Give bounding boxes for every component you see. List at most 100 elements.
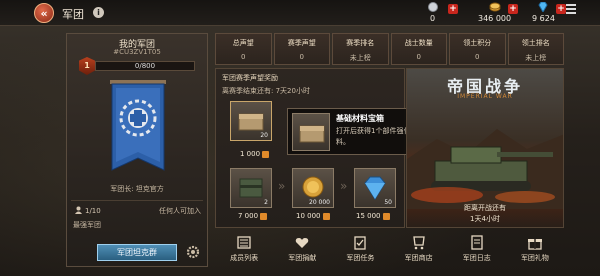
stat-label: 战士数量 xyxy=(404,39,433,47)
gift-icon xyxy=(527,239,542,250)
corps-xp-bar: 0/800 xyxy=(95,61,195,71)
tank-illustration xyxy=(407,129,563,209)
shop-icon xyxy=(412,236,425,250)
arrow-icon: » xyxy=(340,179,348,193)
reward-count: 2 xyxy=(264,199,268,206)
donate-icon xyxy=(296,238,309,248)
menu-icon[interactable] xyxy=(566,4,576,16)
reward-price-text: 10 000 xyxy=(296,212,321,220)
reward-slot-chest[interactable]: 20 xyxy=(230,101,272,141)
reward-count: 20 000 xyxy=(309,199,330,206)
silver-coin-icon xyxy=(426,2,439,12)
rewards-title: 军团赛季声望奖励 xyxy=(222,74,278,82)
top-bar: « 军团 i 0 + 346 000 + 9 624 + xyxy=(0,0,600,26)
nav-label: 军团任务 xyxy=(346,254,375,262)
page-title: 军团 xyxy=(62,8,84,21)
diamond-value: 9 624 xyxy=(532,14,555,23)
reward-slot-diamonds[interactable]: 50 xyxy=(354,168,396,208)
diamond-resource: 9 624 xyxy=(532,2,555,23)
stat-label: 总声望 xyxy=(232,39,254,47)
divider xyxy=(71,200,203,201)
nav-members[interactable]: 成员列表 xyxy=(215,232,273,266)
reward-price: 7 000 xyxy=(238,212,268,220)
reward-price: 10 000 xyxy=(296,212,330,220)
members-count: 1/10 xyxy=(75,206,101,216)
corps-stats-row: 总声望 0 赛季声望 0 赛季排名 未上榜 战士数量 0 领土积分 0 领土排名… xyxy=(215,33,564,65)
reward-price: 1 000 xyxy=(240,150,270,158)
stat-label: 领土排名 xyxy=(521,39,550,47)
gold-resource: 346 000 xyxy=(478,2,511,23)
stat-value: 0 xyxy=(475,53,480,61)
add-silver-button[interactable]: + xyxy=(448,4,458,14)
add-gold-button[interactable]: + xyxy=(508,4,518,14)
nav-label: 军团礼物 xyxy=(520,254,549,262)
nav-log[interactable]: 军团日志 xyxy=(448,232,506,266)
silver-value: 0 xyxy=(429,14,436,23)
stat-value: 未上榜 xyxy=(525,54,547,62)
nav-label: 军团商店 xyxy=(404,254,433,262)
silver-resource: 0 xyxy=(426,2,439,23)
event-countdown: 1天4小时 xyxy=(470,215,500,223)
corps-xp-text: 0/800 xyxy=(134,62,156,70)
corps-slogan: 最强军团 xyxy=(73,221,101,229)
nav-label: 成员列表 xyxy=(230,254,259,262)
person-icon xyxy=(75,206,82,216)
back-button[interactable]: « xyxy=(34,3,54,23)
stat-label: 赛季排名 xyxy=(346,39,375,47)
members-count-text: 1/10 xyxy=(85,207,101,215)
nav-label: 军团捐献 xyxy=(288,254,317,262)
event-start-label: 距离开战还有 xyxy=(464,204,506,212)
stat-fighters: 战士数量 0 xyxy=(390,33,447,65)
prestige-icon xyxy=(260,212,268,220)
reward-count: 50 xyxy=(384,199,392,206)
stat-territory-points: 领土积分 0 xyxy=(449,33,506,65)
prestige-icon xyxy=(262,150,270,158)
prestige-icon xyxy=(322,212,330,220)
nav-missions[interactable]: 军团任务 xyxy=(331,232,389,266)
reward-slot-gold[interactable]: 20 000 xyxy=(292,168,334,208)
info-icon[interactable]: i xyxy=(93,7,104,18)
members-icon xyxy=(237,236,251,249)
missions-icon xyxy=(354,236,367,250)
stat-season-rank: 赛季排名 未上榜 xyxy=(332,33,389,65)
corps-banner xyxy=(108,80,168,174)
tooltip-item-name: 基础材料宝箱 xyxy=(336,114,384,123)
double-chevron-left-icon: « xyxy=(40,6,48,20)
imperial-war-event-panel[interactable]: 帝国战争 IMPERIAL WAR 距离开战还有 1天4小时 xyxy=(406,68,564,228)
reward-price-text: 15 000 xyxy=(356,212,381,220)
log-icon xyxy=(471,235,483,250)
nav-gift[interactable]: 军团礼物 xyxy=(506,232,564,266)
corps-group-button[interactable]: 军团坦克群 xyxy=(97,244,177,261)
stat-value: 未上榜 xyxy=(349,54,371,62)
nav-shop[interactable]: 军团商店 xyxy=(390,232,448,266)
settings-gear-icon[interactable] xyxy=(186,245,200,259)
reward-slot-supply[interactable]: 2 xyxy=(230,168,272,208)
reward-price-text: 1 000 xyxy=(240,150,261,158)
gold-coin-icon xyxy=(488,2,501,12)
corps-id: #CU3ZV1T05 xyxy=(113,48,161,56)
stat-label: 赛季声望 xyxy=(287,39,316,47)
join-mode: 任何人可加入 xyxy=(159,207,201,215)
corps-level-badge: 1 xyxy=(79,57,95,75)
arrow-icon: » xyxy=(278,179,286,193)
reward-price-text: 7 000 xyxy=(238,212,259,220)
gold-value: 346 000 xyxy=(478,14,512,23)
corps-leader: 军团长: 坦克官方 xyxy=(110,185,164,193)
stat-value: 0 xyxy=(299,53,304,61)
diamond-icon xyxy=(537,2,550,12)
bottom-nav: 成员列表 军团捐献 军团任务 军团商店 军团日志 军团礼物 xyxy=(215,232,564,266)
chest-icon xyxy=(292,113,330,151)
reward-price: 15 000 xyxy=(356,212,390,220)
stat-total-prestige: 总声望 0 xyxy=(215,33,272,65)
season-time-left: 离赛季结束还有: 7天20小时 xyxy=(222,87,310,95)
add-diamond-button[interactable]: + xyxy=(556,4,566,14)
stat-territory-rank: 领土排名 未上榜 xyxy=(507,33,564,65)
reward-count: 20 xyxy=(260,132,268,139)
prestige-icon xyxy=(382,212,390,220)
stat-season-prestige: 赛季声望 0 xyxy=(273,33,330,65)
stat-value: 0 xyxy=(416,53,421,61)
nav-donate[interactable]: 军团捐献 xyxy=(273,232,331,266)
stat-value: 0 xyxy=(241,53,246,61)
stat-label: 领土积分 xyxy=(463,39,492,47)
corps-info-panel: 我的军团 #CU3ZV1T05 1 0/800 军团长: 坦克官方 1/10 任… xyxy=(66,33,208,267)
